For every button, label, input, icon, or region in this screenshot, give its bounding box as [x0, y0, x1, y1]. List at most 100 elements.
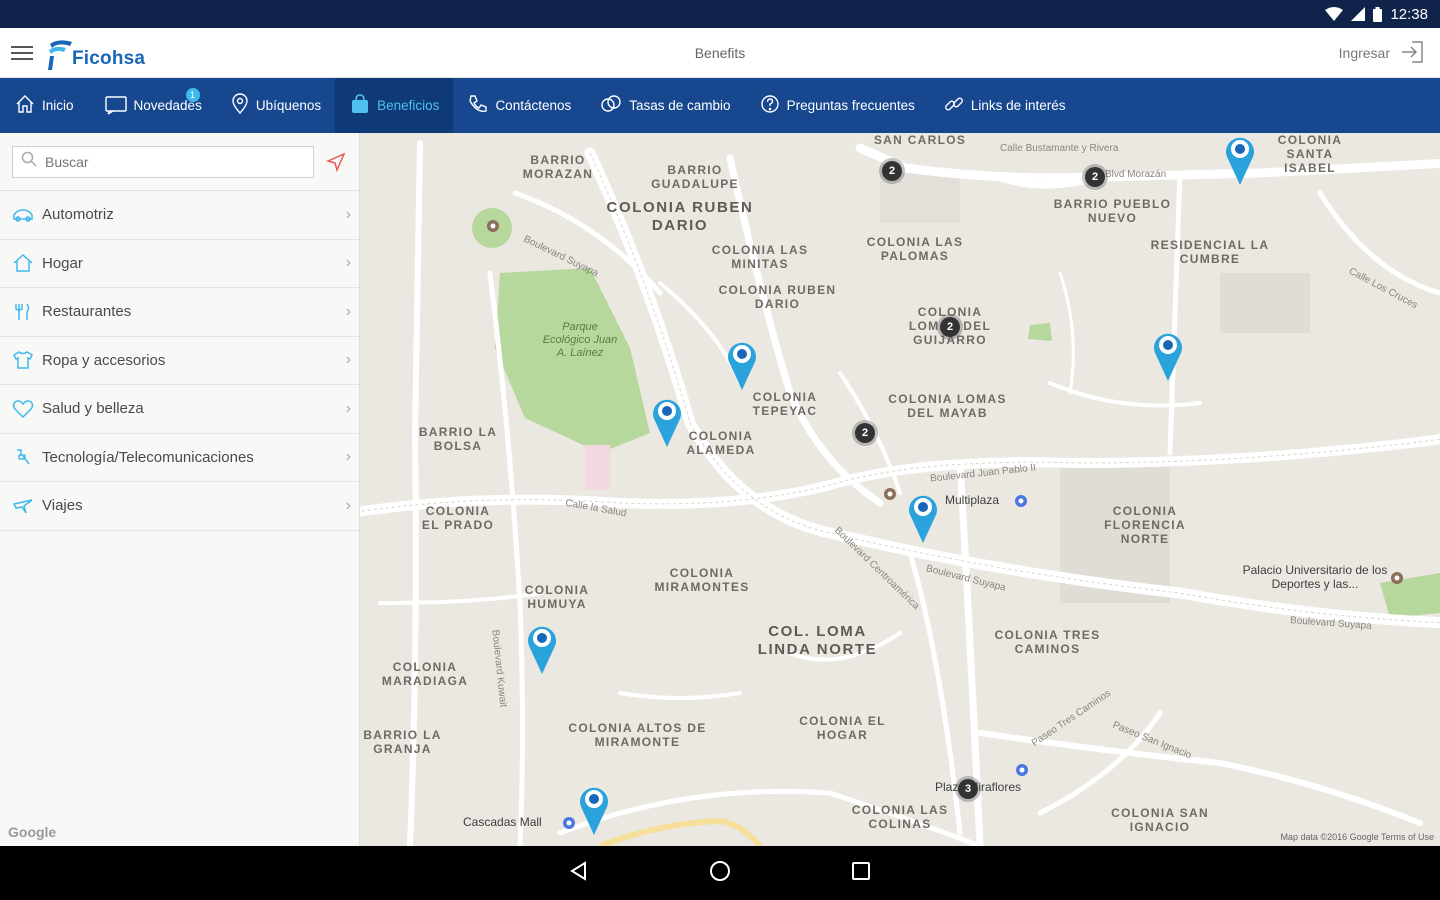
category-restaurantes[interactable]: Restaurantes › [0, 288, 359, 337]
cluster-count: 3 [964, 783, 972, 795]
map-area-label: BARRIO GUADALUPE [651, 163, 739, 191]
map-area-label: COL. LOMA LINDA NORTE [757, 623, 878, 658]
map-attribution[interactable]: Map data ©2016 Google Terms of Use [1280, 832, 1434, 842]
shirt-icon [10, 350, 36, 370]
search-box[interactable] [12, 145, 314, 178]
status-bar: 12:38 [0, 0, 1440, 28]
status-time: 12:38 [1390, 5, 1428, 23]
chevron-right-icon: › [345, 399, 351, 417]
map-area-label: COLONIA MARADIAGA [381, 660, 469, 688]
map-area-label: BARRIO MORAZAN [522, 153, 594, 181]
brand-logo[interactable]: Ficohsa [46, 28, 145, 78]
category-tecnologia[interactable]: Tecnología/Telecomunicaciones › [0, 434, 359, 482]
shopping-marker-icon [1016, 764, 1028, 776]
category-hogar[interactable]: Hogar › [0, 240, 359, 288]
menu-icon[interactable] [0, 28, 44, 78]
shopping-marker-icon [1015, 495, 1027, 507]
category-viajes[interactable]: Viajes › [0, 482, 359, 531]
shopping-marker-icon [563, 817, 575, 829]
category-label: Ropa y accesorios [42, 351, 166, 369]
search-row [0, 133, 359, 191]
link-icon [943, 93, 965, 118]
map-area-label: BARRIO LA BOLSA [418, 425, 498, 453]
nav-links-label: Links de interés [970, 98, 1066, 113]
logo-mark-icon [46, 36, 74, 70]
cluster-count: 2 [861, 427, 869, 439]
map-street-label: Blvd Morazán [1105, 169, 1167, 180]
nav-inicio-label: Inicio [42, 98, 74, 113]
category-ropa[interactable]: Ropa y accesorios › [0, 337, 359, 385]
exchange-icon [599, 93, 623, 118]
locate-me-icon[interactable] [326, 152, 346, 172]
chevron-right-icon: › [345, 205, 351, 223]
fork-icon [10, 302, 36, 322]
category-salud[interactable]: Salud y belleza › [0, 385, 359, 434]
cluster-marker[interactable]: 2 [878, 157, 906, 185]
map-area-label: COLONIA EL HOGAR [799, 714, 886, 742]
map-view[interactable]: BARRIO MORAZAN BARRIO GUADALUPE COLONIA … [360, 133, 1440, 846]
map-area-label: COLONIA LAS PALOMAS [866, 235, 964, 263]
cluster-marker[interactable]: 3 [954, 775, 982, 803]
search-input[interactable] [45, 153, 285, 170]
nav-preguntas[interactable]: Preguntas frecuentes [745, 78, 929, 133]
nav-novedades[interactable]: 1 Novedades [88, 78, 216, 133]
palacio-label: Palacio Universitario de los Deportes y … [1242, 563, 1388, 591]
map-area-label: COLONIA LAS MINITAS [711, 243, 809, 271]
cascadas-label: Cascadas Mall [463, 815, 542, 829]
cluster-marker[interactable]: 2 [851, 419, 879, 447]
benefit-pin-icon[interactable] [1152, 329, 1184, 381]
wifi-icon [1325, 7, 1344, 21]
chevron-right-icon: › [345, 448, 351, 466]
category-sidebar: Automotriz › Hogar › Restaurantes › Ropa… [0, 133, 360, 846]
map-area-label: COLONIA RUBEN DARIO [606, 199, 754, 234]
multiplaza-label: Multiplaza [945, 493, 1000, 507]
phone-icon [467, 93, 489, 118]
nav-contactenos[interactable]: Contáctenos [453, 78, 585, 133]
map-street-label: Calle Bustamante y Rivera [1000, 143, 1119, 154]
benefit-pin-icon[interactable] [726, 338, 758, 390]
benefit-pin-icon[interactable] [1224, 133, 1256, 185]
battery-icon [1373, 6, 1383, 22]
nav-tasas-label: Tasas de cambio [629, 98, 731, 113]
map-area-label: COLONIA TRES CAMINOS [994, 628, 1101, 656]
map-area-label: COLONIA HUMUYA [524, 583, 590, 611]
home-icon [14, 93, 36, 118]
nav-tasas[interactable]: Tasas de cambio [585, 78, 744, 133]
cluster-marker[interactable]: 2 [1081, 163, 1109, 191]
shopping-bag-icon [349, 93, 371, 118]
benefit-pin-icon[interactable] [526, 622, 558, 674]
map-area-label: COLONIA RUBEN DARIO [718, 283, 837, 311]
page-title: Benefits [694, 45, 746, 61]
cluster-count: 2 [888, 165, 896, 177]
nav-links[interactable]: Links de interés [929, 78, 1080, 133]
map-area-label: COLONIA EL PRADO [421, 504, 495, 532]
benefit-pin-icon[interactable] [578, 783, 610, 835]
map-area-label: COLONIA ALTOS DE MIRAMONTE [568, 721, 707, 749]
home-circle-icon[interactable] [708, 859, 732, 888]
recents-icon[interactable] [850, 860, 872, 887]
stadium-marker-icon [1391, 572, 1403, 584]
benefit-pin-icon[interactable] [907, 491, 939, 543]
nav-inicio[interactable]: Inicio [0, 78, 88, 133]
home-icon [10, 253, 36, 273]
nav-beneficios[interactable]: Beneficios [335, 78, 454, 133]
map-area-label: COLONIA LAS COLINAS [851, 803, 949, 831]
restaurant-marker-icon [884, 488, 896, 500]
category-label: Hogar [42, 254, 83, 272]
nav-preguntas-label: Preguntas frecuentes [786, 98, 915, 113]
chevron-right-icon: › [345, 351, 351, 369]
novedades-badge: 1 [185, 88, 200, 102]
category-label: Automotriz [42, 206, 114, 224]
back-icon[interactable] [568, 860, 590, 887]
map-area-label: COLONIA SANTA ISABEL [1277, 133, 1343, 175]
benefit-pin-icon[interactable] [651, 395, 683, 447]
chevron-right-icon: › [345, 254, 351, 272]
category-automotriz[interactable]: Automotriz › [0, 191, 359, 240]
map-area-label: COLONIA FLORENCIA NORTE [1104, 504, 1186, 546]
login-button[interactable]: Ingresar [1339, 28, 1426, 78]
login-icon [1398, 38, 1426, 69]
cluster-marker[interactable]: 2 [936, 313, 964, 341]
map-area-label: COLONIA SAN IGNACIO [1111, 806, 1209, 834]
nav-ubiquenos[interactable]: Ubíquenos [216, 78, 335, 133]
system-navigation-bar [0, 846, 1440, 900]
